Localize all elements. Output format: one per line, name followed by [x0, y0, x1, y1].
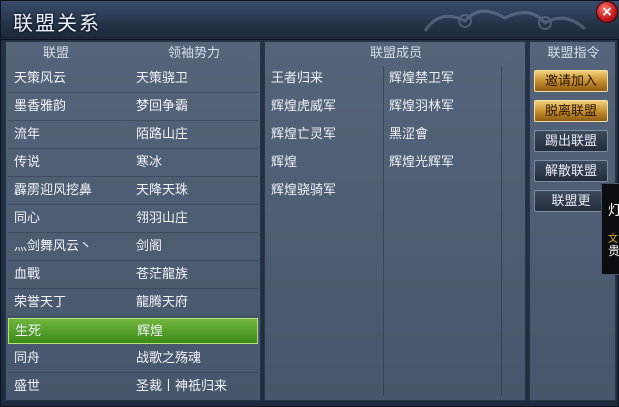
member-item[interactable]: 王者归来 [271, 66, 323, 92]
leader-faction: 剑阁 [136, 239, 163, 254]
alliance-name: 生死 [15, 324, 42, 339]
member-item[interactable]: 辉煌 [271, 150, 297, 176]
tooltip-popup: 灯 文 贵 [601, 183, 619, 275]
leader-faction: 苍茫龍族 [136, 267, 189, 282]
header-commands: 联盟指令 [547, 46, 600, 61]
close-button[interactable]: × [596, 1, 618, 23]
alliance-row[interactable]: 流年 陌路山庄 [8, 122, 258, 149]
member-item[interactable]: 辉煌羽林军 [389, 94, 454, 120]
leader-faction: 龍腾天府 [136, 295, 189, 310]
leader-faction: 陌路山庄 [136, 127, 189, 142]
leader-faction: 辉煌 [137, 324, 164, 339]
window-title: 联盟关系 [13, 11, 101, 35]
header-members: 联盟成员 [369, 46, 422, 61]
invite-button[interactable]: 邀请加入 [534, 70, 608, 92]
leader-faction: 寒冰 [136, 155, 163, 170]
alliance-row[interactable]: 灬剑舞风云丶 剑阁 [8, 234, 258, 261]
alliance-list-panel: 联盟 领袖势力 天策风云 天策骁卫墨香雅韵 梦回争霸流年 陌路山庄传说 寒冰霹雳迎风挖鼻… [5, 41, 261, 401]
tooltip-text-3: 贵 [608, 244, 619, 258]
alliance-name: 盛世 [14, 379, 41, 394]
leader-faction: 梦回争霸 [136, 99, 189, 114]
tooltip-text-1: 灯 [608, 200, 619, 220]
alliance-more-button[interactable]: 联盟更 [534, 190, 608, 212]
alliance-name: 流年 [14, 127, 41, 142]
alliance-name: 同舟 [14, 351, 41, 366]
alliance-name: 同心 [14, 211, 41, 226]
leader-faction: 天降天珠 [136, 183, 189, 198]
header-leader: 领袖势力 [167, 46, 220, 61]
alliance-row[interactable]: 生死 辉煌 [8, 318, 258, 344]
title-bar[interactable]: 联盟关系 × [1, 1, 619, 40]
alliance-name: 荣誉天丁 [14, 295, 67, 310]
alliance-name: 天策风云 [14, 71, 67, 86]
alliance-row[interactable]: 荣誉天丁 龍腾天府 [8, 290, 258, 317]
alliance-row[interactable]: 盛世 圣裁丨神祗归来 [8, 374, 258, 401]
alliance-name: 传说 [14, 155, 41, 170]
member-item[interactable]: 辉煌禁卫军 [389, 66, 454, 92]
alliance-row[interactable]: 传说 寒冰 [8, 150, 258, 177]
header-alliance: 联盟 [42, 46, 69, 61]
members-divider [383, 66, 384, 396]
alliance-name: 墨香雅韵 [14, 99, 67, 114]
alliance-name: 霹雳迎风挖鼻 [14, 183, 93, 198]
leader-faction: 翎羽山庄 [136, 211, 189, 226]
member-item[interactable]: 辉煌亡灵军 [271, 122, 336, 148]
alliance-row[interactable]: 同心 翎羽山庄 [8, 206, 258, 233]
alliance-name: 血戰 [14, 267, 41, 282]
alliance-row[interactable]: 天策风云 天策骁卫 [8, 66, 258, 93]
members-panel: 联盟成员 王者归来 辉煌禁卫军辉煌虎威军 辉煌羽林军辉煌亡灵军 黑涩會辉煌 辉煌光辉军辉… [264, 41, 526, 401]
leader-faction: 圣裁丨神祗归来 [136, 379, 228, 394]
kick-button[interactable]: 踢出联盟 [534, 130, 608, 152]
members-divider [501, 66, 502, 396]
alliance-row[interactable]: 霹雳迎风挖鼻 天降天珠 [8, 178, 258, 205]
leave-alliance-button[interactable]: 脱离联盟 [534, 100, 608, 122]
alliance-name: 灬剑舞风云丶 [14, 239, 93, 254]
alliance-row[interactable]: 血戰 苍茫龍族 [8, 262, 258, 289]
leader-faction: 战歌之殇魂 [136, 351, 202, 366]
leader-faction: 天策骁卫 [136, 71, 189, 86]
member-item[interactable]: 辉煌骁骑军 [271, 178, 336, 204]
member-item[interactable]: 辉煌虎威军 [271, 94, 336, 120]
member-item[interactable]: 黑涩會 [389, 122, 428, 148]
disband-button[interactable]: 解散联盟 [534, 160, 608, 182]
member-item[interactable]: 辉煌光辉军 [389, 150, 454, 176]
alliance-row[interactable]: 墨香雅韵 梦回争霸 [8, 94, 258, 121]
cloud-ornament [423, 9, 587, 32]
alliance-row[interactable]: 同舟 战歌之殇魂 [8, 346, 258, 373]
alliance-window: 联盟关系 × 联盟 领袖势力 天策风云 天策骁卫墨香雅韵 梦回争霸流年 陌路山庄传说 寒… [0, 0, 619, 407]
